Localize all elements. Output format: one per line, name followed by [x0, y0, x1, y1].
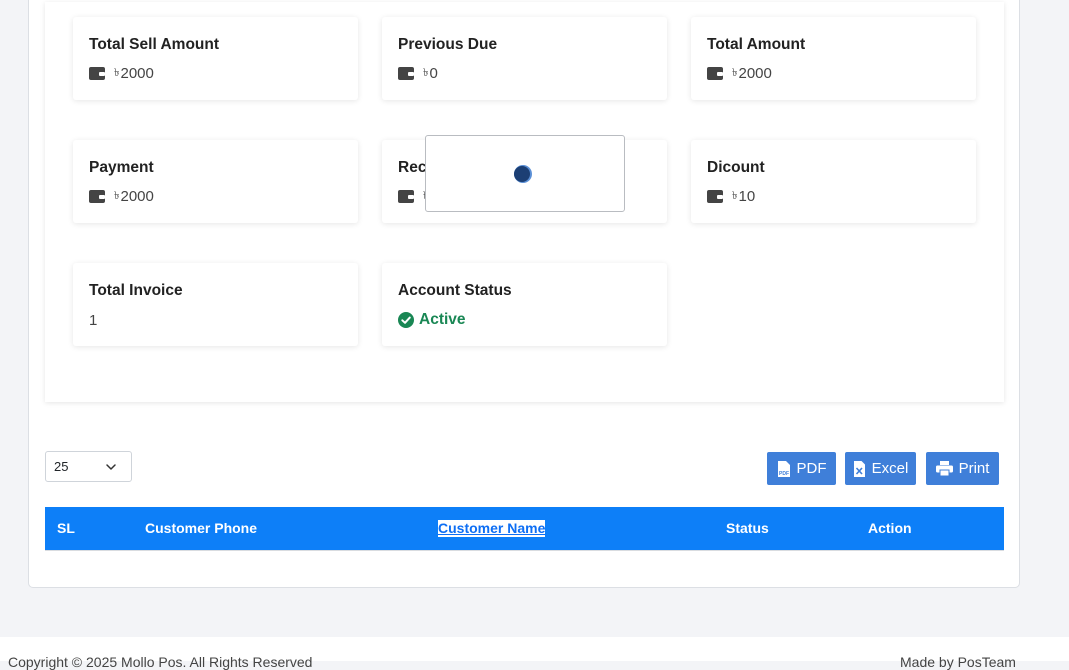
- loading-overlay: [425, 135, 625, 212]
- column-header-sl[interactable]: SL: [57, 520, 75, 537]
- card-discount: Dicount ৳ 10: [691, 140, 976, 223]
- file-pdf-icon: PDF: [777, 460, 790, 477]
- copyright-text: Copyright © 2025 Mollo Pos. All Rights R…: [8, 654, 313, 670]
- card-payment: Payment ৳ 2000: [73, 140, 358, 223]
- card-total-amount: Total Amount ৳ 2000: [691, 17, 976, 100]
- card-total-invoice: Total Invoice 1: [73, 263, 358, 346]
- wallet-icon: [707, 189, 723, 203]
- wallet-icon: [398, 66, 414, 80]
- currency-symbol: ৳: [114, 189, 120, 202]
- card-value: 2000: [738, 64, 772, 82]
- status-badge: Active: [419, 311, 466, 328]
- file-excel-icon: [853, 460, 865, 477]
- column-header-customer-phone[interactable]: Customer Phone: [145, 520, 257, 537]
- table-header: SL Customer Phone Customer Name Status A…: [45, 507, 1004, 550]
- card-title: Total Amount: [707, 36, 806, 53]
- export-excel-button[interactable]: Excel: [845, 452, 916, 485]
- card-title: Payment: [89, 159, 154, 176]
- excel-label: Excel: [871, 460, 909, 477]
- card-title: Total Invoice: [89, 282, 183, 299]
- printer-icon: [935, 461, 953, 476]
- wallet-icon: [707, 66, 723, 80]
- page-size-value: 25: [54, 459, 69, 474]
- page-size-select[interactable]: 25: [45, 451, 132, 482]
- export-pdf-button[interactable]: PDF PDF: [767, 452, 836, 485]
- card-value: 1: [89, 311, 98, 329]
- card-value: 2000: [120, 187, 154, 205]
- card-title: Account Status: [398, 282, 512, 299]
- currency-symbol: ৳: [732, 189, 738, 202]
- pdf-label: PDF: [796, 460, 827, 477]
- card-title: Total Sell Amount: [89, 36, 220, 53]
- card-title: Dicount: [707, 159, 765, 176]
- check-circle-icon: [398, 312, 414, 328]
- card-previous-due: Previous Due ৳ 0: [382, 17, 667, 100]
- loading-spinner-dot: [514, 166, 530, 182]
- card-total-sell-amount: Total Sell Amount ৳ 2000: [73, 17, 358, 100]
- wallet-icon: [89, 66, 105, 80]
- card-value: 0: [429, 64, 438, 82]
- card-value: 2000: [120, 64, 154, 82]
- print-button[interactable]: Print: [926, 452, 999, 485]
- footer: Copyright © 2025 Mollo Pos. All Rights R…: [0, 637, 1069, 670]
- credit-text: Made by PosTeam: [900, 654, 1016, 670]
- table-divider: [45, 550, 1004, 551]
- column-header-status[interactable]: Status: [726, 520, 769, 537]
- card-title: Previous Due: [398, 36, 498, 53]
- currency-symbol: ৳: [423, 66, 429, 79]
- column-header-customer-name[interactable]: Customer Name: [438, 520, 546, 537]
- card-account-status: Account Status Active: [382, 263, 667, 346]
- wallet-icon: [398, 189, 414, 203]
- svg-text:PDF: PDF: [779, 471, 789, 477]
- chevron-down-icon: [106, 464, 116, 470]
- print-label: Print: [958, 460, 990, 477]
- card-value: 10: [738, 187, 756, 205]
- column-header-action[interactable]: Action: [868, 520, 912, 537]
- currency-symbol: ৳: [114, 66, 120, 79]
- currency-symbol: ৳: [732, 66, 738, 79]
- wallet-icon: [89, 189, 105, 203]
